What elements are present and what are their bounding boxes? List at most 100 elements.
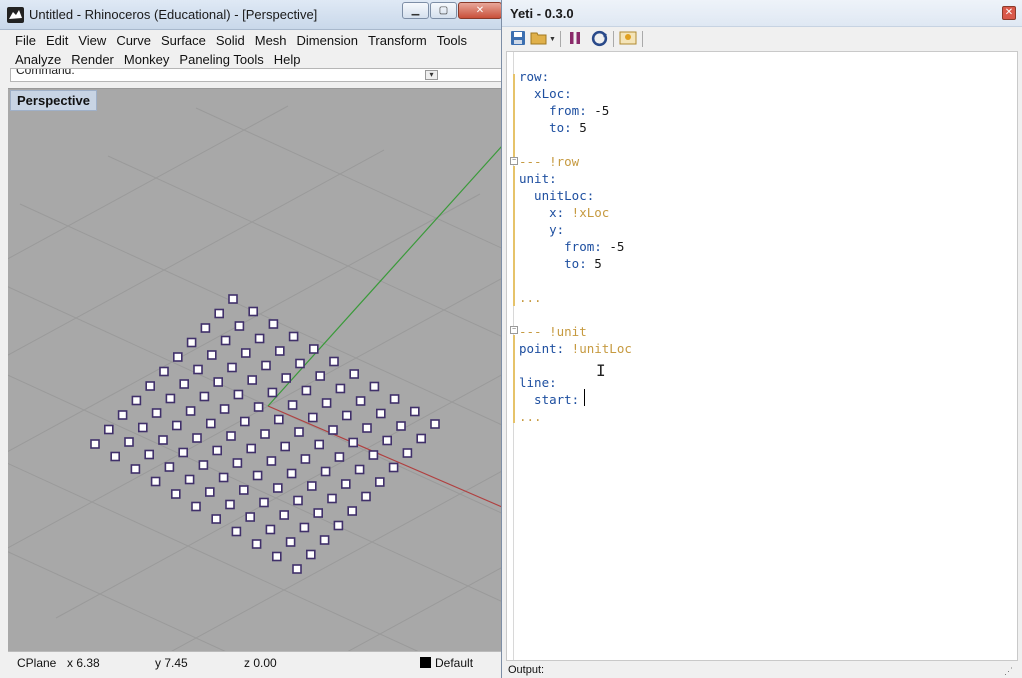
code-line[interactable]: from: -5 [519, 238, 624, 255]
code-line[interactable]: ... [519, 289, 542, 306]
code-line[interactable]: unitLoc: [519, 187, 594, 204]
menu-dimension[interactable]: Dimension [292, 31, 363, 50]
render-icon[interactable] [619, 30, 637, 48]
fold-region-bar [513, 74, 515, 160]
menu-file[interactable]: File [10, 31, 41, 50]
perspective-viewport[interactable]: Perspective [8, 88, 502, 651]
code-line[interactable]: point: !unitLoc [519, 340, 632, 357]
fold-toggle-icon[interactable]: − [510, 326, 518, 334]
code-line[interactable]: xLoc: [519, 85, 572, 102]
grid-point-marker [301, 385, 312, 396]
menu-curve[interactable]: Curve [111, 31, 156, 50]
grid-point-marker [191, 501, 201, 512]
grid-point-marker [245, 512, 255, 522]
pause-icon[interactable] [566, 30, 584, 48]
yeti-close-button[interactable]: ✕ [1002, 6, 1016, 20]
grid-point-marker [192, 433, 202, 443]
menu-help[interactable]: Help [269, 50, 306, 69]
grid-line [55, 374, 502, 619]
menu-render[interactable]: Render [66, 50, 119, 69]
code-line[interactable]: row: [519, 68, 549, 85]
grid-point-marker [199, 391, 210, 402]
code-line[interactable]: y: [519, 221, 564, 238]
menu-tools[interactable]: Tools [432, 31, 472, 50]
rhino-close-button[interactable]: ✕ [458, 2, 502, 19]
grid-point-marker [145, 381, 155, 391]
menu-monkey[interactable]: Monkey [119, 50, 175, 69]
code-line[interactable]: unit: [519, 170, 557, 187]
grid-point-marker [150, 476, 161, 487]
grid-point-marker [265, 524, 276, 535]
yaml-code-editor[interactable]: − − row: xLoc: from: -5 to: 5 --- !row uni… [506, 51, 1018, 661]
rhino-menubar: File Edit View Curve Surface Solid Mesh Dimensi… [10, 30, 502, 68]
grid-point-marker [382, 435, 393, 446]
code-line[interactable]: to: 5 [519, 255, 602, 272]
grid-point-marker [218, 472, 229, 483]
viewport-title-tab[interactable]: Perspective [10, 90, 97, 111]
menu-row-2: Analyze Render Monkey Paneling Tools Help [10, 50, 306, 69]
grid-point-marker [241, 348, 251, 358]
rhino-titlebar[interactable]: Untitled - Rhinoceros (Educational) - [P… [0, 0, 502, 30]
code-line[interactable]: --- !row [519, 153, 579, 170]
grid-point-marker [151, 408, 162, 418]
viewport-canvas[interactable] [8, 89, 502, 651]
menu-mesh[interactable]: Mesh [250, 31, 292, 50]
code-line[interactable]: --- !unit [519, 323, 587, 340]
grid-point-marker [185, 406, 196, 416]
code-token-key: to: [519, 120, 572, 135]
code-token-dots: ... [519, 409, 542, 424]
grid-point-marker [246, 443, 256, 454]
grid-line [8, 374, 502, 603]
grid-point-marker [233, 389, 244, 400]
menu-analyze[interactable]: Analyze [10, 50, 66, 69]
menu-view[interactable]: View [73, 31, 111, 50]
grid-point-marker [228, 294, 238, 304]
refresh-icon[interactable] [590, 30, 608, 48]
code-line[interactable]: x: !xLoc [519, 204, 609, 221]
resize-grip-icon[interactable]: ⋰ [1004, 666, 1013, 677]
maximize-button[interactable]: ▢ [430, 2, 457, 19]
grid-point-marker [131, 395, 142, 406]
open-dropdown-icon[interactable]: ▼ [549, 36, 556, 43]
grid-point-marker [206, 418, 216, 429]
grid-point-marker [279, 510, 290, 520]
save-icon[interactable] [509, 30, 527, 48]
output-panel[interactable]: Output: ⋰ [506, 662, 1018, 678]
desktop: Untitled - Rhinoceros (Educational) - [P… [0, 0, 1022, 678]
code-line[interactable]: ... [519, 408, 542, 425]
grid-point-marker [347, 506, 358, 516]
grid-point-marker [409, 406, 420, 417]
code-line[interactable]: line: [519, 374, 557, 391]
menu-edit[interactable]: Edit [41, 31, 73, 50]
yeti-titlebar[interactable]: Yeti - 0.3.0 ✕ [502, 0, 1022, 27]
status-cplane[interactable]: CPlane [17, 656, 56, 670]
code-token-key: to: [519, 256, 587, 271]
grid-point-marker [288, 331, 299, 342]
grid-point-marker [286, 468, 297, 479]
code-line[interactable]: start: [519, 391, 587, 408]
layer-color-swatch[interactable] [420, 657, 431, 668]
menu-paneling-tools[interactable]: Paneling Tools [174, 50, 268, 69]
grid-line [171, 470, 502, 651]
code-token-val: -5 [586, 103, 610, 118]
grid-point-marker [375, 408, 386, 419]
grid-point-marker [110, 451, 120, 462]
command-line[interactable]: Command: ▾ [10, 68, 502, 82]
fold-toggle-icon[interactable]: − [510, 157, 518, 165]
grid-point-marker [355, 396, 366, 406]
code-line[interactable]: from: -5 [519, 102, 609, 119]
code-line[interactable]: to: 5 [519, 119, 587, 136]
grid-point-marker [329, 356, 339, 367]
minimize-button[interactable]: ▁ [402, 2, 429, 19]
code-token-key: start: [519, 392, 580, 407]
menu-surface[interactable]: Surface [156, 31, 211, 50]
command-history-dropdown-icon[interactable]: ▾ [425, 70, 438, 80]
rhino-logo-icon [7, 7, 24, 23]
grid-point-marker [220, 335, 231, 346]
grid-line [195, 107, 502, 249]
grid-point-marker [173, 352, 183, 362]
menu-solid[interactable]: Solid [211, 31, 250, 50]
status-current-layer[interactable]: Default [435, 656, 473, 670]
menu-transform[interactable]: Transform [363, 31, 432, 50]
folder-open-icon[interactable] [530, 30, 548, 48]
